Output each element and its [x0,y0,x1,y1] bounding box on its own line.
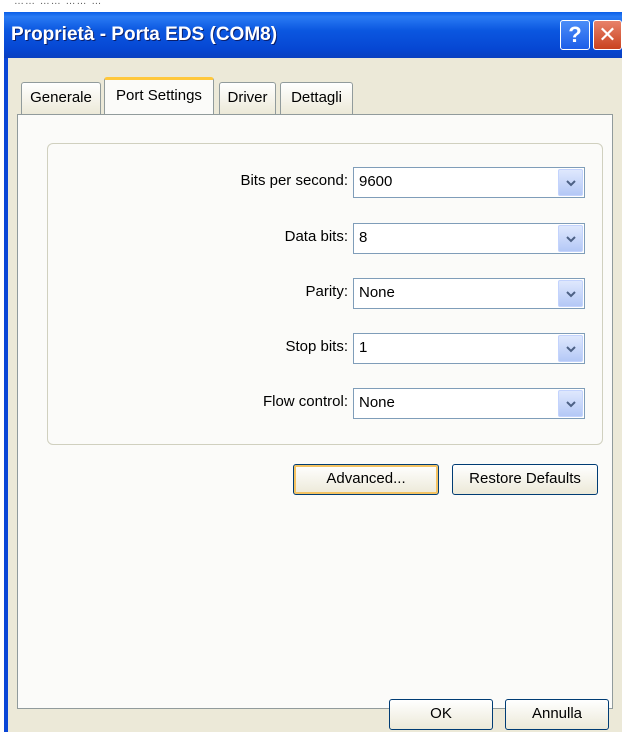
data-bits-label: Data bits: [284,228,348,245]
advanced-button[interactable]: Advanced... [293,464,439,495]
background-strip: …… …… …… … [0,0,622,12]
tab-generale[interactable]: Generale [21,82,101,114]
tab-panel-port-settings: Bits per second: 9600 Data bits: 8 Parit… [17,114,613,709]
parity-label: Parity: [305,283,348,300]
restore-defaults-button[interactable]: Restore Defaults [452,464,598,495]
stop-bits-value: 1 [359,339,368,356]
chevron-down-icon[interactable] [558,335,583,362]
chevron-down-icon[interactable] [558,169,583,196]
bits-per-second-value: 9600 [359,173,393,190]
bits-per-second-label: Bits per second: [240,172,348,189]
stop-bits-select[interactable]: 1 [353,333,585,364]
ok-button[interactable]: OK [389,699,493,730]
tab-driver[interactable]: Driver [219,82,276,114]
close-button[interactable]: ✕ [593,20,622,50]
background-text: …… …… …… … [14,0,103,7]
parity-select[interactable]: None [353,278,585,309]
tab-port-settings[interactable]: Port Settings [104,77,214,114]
flow-control-select[interactable]: None [353,388,585,419]
bits-per-second-select[interactable]: 9600 [353,167,585,198]
data-bits-value: 8 [359,229,368,246]
chevron-down-icon[interactable] [558,225,583,252]
title-bar[interactable]: Proprietà - Porta EDS (COM8) ? ✕ [4,12,622,58]
flow-control-value: None [359,394,395,411]
cancel-button[interactable]: Annulla [505,699,609,730]
chevron-down-icon[interactable] [558,390,583,417]
settings-group: Bits per second: 9600 Data bits: 8 Parit… [47,143,603,445]
window-title: Proprietà - Porta EDS (COM8) [11,24,278,45]
chevron-down-icon[interactable] [558,280,583,307]
flow-control-label: Flow control: [262,393,348,410]
data-bits-select[interactable]: 8 [353,223,585,254]
properties-dialog: Proprietà - Porta EDS (COM8) ? ✕ General… [4,12,622,732]
dialog-client: Generale Port Settings Driver Dettagli B… [8,58,622,732]
parity-value: None [359,284,395,301]
close-icon: ✕ [598,22,617,47]
stop-bits-label: Stop bits: [285,338,348,355]
help-button[interactable]: ? [560,20,590,50]
tab-dettagli[interactable]: Dettagli [280,82,353,114]
